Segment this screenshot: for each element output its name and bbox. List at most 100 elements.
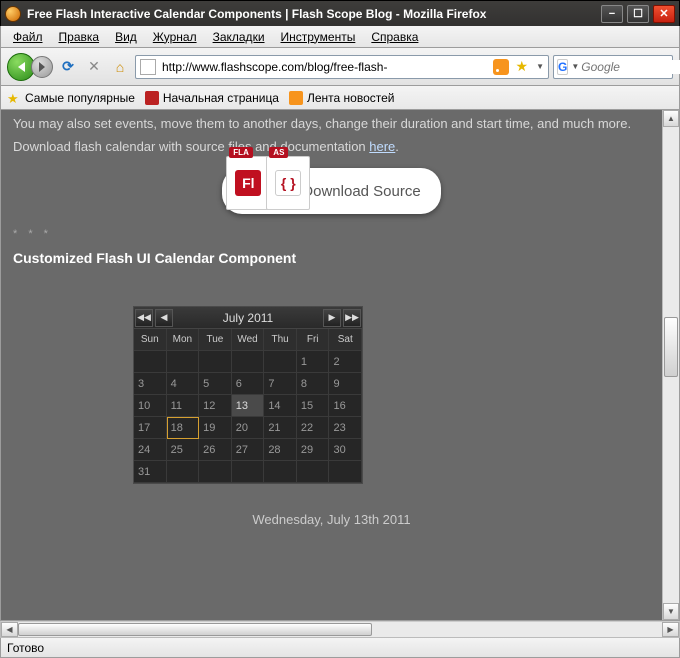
calendar-cell[interactable]: 29 bbox=[297, 439, 330, 461]
page-icon bbox=[140, 59, 156, 75]
calendar-cell[interactable]: 6 bbox=[232, 373, 265, 395]
bookmark-star-icon[interactable]: ★ bbox=[516, 58, 529, 75]
calendar-cell bbox=[264, 461, 297, 483]
calendar-cell bbox=[134, 351, 167, 373]
calendar-cell[interactable]: 12 bbox=[199, 395, 232, 417]
calendar-cell[interactable]: 21 bbox=[264, 417, 297, 439]
calendar-day-header: Sun bbox=[134, 329, 167, 351]
calendar-cell[interactable]: 28 bbox=[264, 439, 297, 461]
here-link[interactable]: here bbox=[369, 139, 395, 154]
calendar-cell[interactable]: 3 bbox=[134, 373, 167, 395]
stop-button[interactable]: ✕ bbox=[83, 56, 105, 78]
bookmark-news[interactable]: Лента новостей bbox=[289, 91, 395, 105]
calendar-cell[interactable]: 1 bbox=[297, 351, 330, 373]
download-source-button[interactable]: FLA Fl AS { } Download Source bbox=[222, 168, 440, 214]
menu-history[interactable]: Журнал bbox=[147, 28, 203, 46]
selected-date-text: Wednesday, July 13th 2011 bbox=[13, 512, 650, 527]
url-dropdown-icon[interactable]: ▼ bbox=[536, 62, 544, 71]
separator-stars: * * * bbox=[13, 228, 650, 240]
prev-year-button[interactable]: ◀◀ bbox=[135, 309, 153, 327]
calendar-cell[interactable]: 8 bbox=[297, 373, 330, 395]
calendar-cell[interactable]: 25 bbox=[167, 439, 200, 461]
calendar-cell bbox=[167, 461, 200, 483]
intro-line-1: You may also set events, move them to an… bbox=[13, 116, 650, 131]
search-input[interactable] bbox=[581, 60, 680, 74]
calendar-cell[interactable]: 26 bbox=[199, 439, 232, 461]
calendar-cell[interactable]: 18 bbox=[167, 417, 200, 439]
calendar-cell[interactable]: 17 bbox=[134, 417, 167, 439]
calendar-day-header: Mon bbox=[167, 329, 200, 351]
calendar-body: 1234567891011121314151617181920212223242… bbox=[134, 351, 362, 483]
star-icon: ★ bbox=[7, 91, 21, 105]
calendar-cell[interactable]: 5 bbox=[199, 373, 232, 395]
search-bar[interactable]: G ▼ bbox=[553, 55, 673, 79]
horizontal-scrollbar[interactable]: ◀ ▶ bbox=[0, 621, 680, 638]
calendar-cell[interactable]: 31 bbox=[134, 461, 167, 483]
hscroll-track[interactable] bbox=[18, 622, 662, 637]
calendar-cell[interactable]: 22 bbox=[297, 417, 330, 439]
maximize-button[interactable] bbox=[627, 5, 649, 23]
calendar-row: 24252627282930 bbox=[134, 439, 362, 461]
calendar-cell[interactable]: 24 bbox=[134, 439, 167, 461]
forward-button[interactable] bbox=[31, 56, 53, 78]
download-source-label: Download Source bbox=[302, 183, 420, 200]
scroll-right-button[interactable]: ▶ bbox=[662, 622, 679, 637]
calendar-cell[interactable]: 2 bbox=[329, 351, 362, 373]
bookmark-popular[interactable]: ★Самые популярные bbox=[7, 91, 135, 105]
menu-bookmarks[interactable]: Закладки bbox=[207, 28, 271, 46]
scroll-up-button[interactable]: ▲ bbox=[663, 110, 679, 127]
fla-file-icon: FLA Fl bbox=[226, 156, 270, 210]
close-button[interactable] bbox=[653, 5, 675, 23]
calendar-day-headers: SunMonTueWedThuFriSat bbox=[134, 329, 362, 351]
content-area: You may also set events, move them to an… bbox=[0, 110, 680, 621]
calendar-row: 12 bbox=[134, 351, 362, 373]
menu-file[interactable]: Файл bbox=[7, 28, 49, 46]
menu-help[interactable]: Справка bbox=[365, 28, 424, 46]
calendar-day-header: Sat bbox=[329, 329, 362, 351]
calendar-cell[interactable]: 30 bbox=[329, 439, 362, 461]
calendar-cell[interactable]: 16 bbox=[329, 395, 362, 417]
page-content: You may also set events, move them to an… bbox=[1, 110, 662, 620]
next-year-button[interactable]: ▶▶ bbox=[343, 309, 361, 327]
rss-icon[interactable] bbox=[493, 59, 509, 75]
rss-folder-icon bbox=[289, 91, 303, 105]
scroll-thumb[interactable] bbox=[664, 317, 678, 377]
search-engine-dropdown-icon[interactable]: ▼ bbox=[571, 62, 579, 71]
home-button[interactable]: ⌂ bbox=[109, 56, 131, 78]
bookmarks-bar: ★Самые популярные Начальная страница Лен… bbox=[0, 86, 680, 110]
minimize-button[interactable] bbox=[601, 5, 623, 23]
hscroll-thumb[interactable] bbox=[18, 623, 372, 636]
calendar-cell[interactable]: 9 bbox=[329, 373, 362, 395]
status-bar: Готово bbox=[0, 638, 680, 658]
next-month-button[interactable]: ▶ bbox=[323, 309, 341, 327]
calendar-cell[interactable]: 14 bbox=[264, 395, 297, 417]
calendar-cell[interactable]: 27 bbox=[232, 439, 265, 461]
menu-tools[interactable]: Инструменты bbox=[275, 28, 362, 46]
calendar-title: July 2011 bbox=[174, 311, 322, 325]
calendar-cell[interactable]: 15 bbox=[297, 395, 330, 417]
bookmark-homepage[interactable]: Начальная страница bbox=[145, 91, 279, 105]
calendar-cell[interactable]: 23 bbox=[329, 417, 362, 439]
scroll-track[interactable] bbox=[663, 127, 679, 603]
menu-edit[interactable]: Правка bbox=[53, 28, 106, 46]
vertical-scrollbar[interactable]: ▲ ▼ bbox=[662, 110, 679, 620]
calendar-cell[interactable]: 13 bbox=[232, 395, 265, 417]
calendar-widget[interactable]: ◀◀ ◀ July 2011 ▶ ▶▶ SunMonTueWedThuFriSa… bbox=[133, 306, 363, 484]
calendar-cell[interactable]: 20 bbox=[232, 417, 265, 439]
prev-month-button[interactable]: ◀ bbox=[155, 309, 173, 327]
url-bar[interactable]: ★ ▼ bbox=[135, 55, 549, 79]
calendar-cell[interactable]: 10 bbox=[134, 395, 167, 417]
calendar-cell bbox=[264, 351, 297, 373]
calendar-cell bbox=[297, 461, 330, 483]
url-input[interactable] bbox=[160, 57, 490, 77]
reload-button[interactable]: ⟳ bbox=[57, 56, 79, 78]
google-icon[interactable]: G bbox=[557, 59, 568, 75]
firefox-icon bbox=[5, 6, 21, 22]
calendar-cell[interactable]: 7 bbox=[264, 373, 297, 395]
calendar-cell[interactable]: 4 bbox=[167, 373, 200, 395]
calendar-cell[interactable]: 19 bbox=[199, 417, 232, 439]
scroll-left-button[interactable]: ◀ bbox=[1, 622, 18, 637]
scroll-down-button[interactable]: ▼ bbox=[663, 603, 679, 620]
menu-view[interactable]: Вид bbox=[109, 28, 143, 46]
calendar-cell[interactable]: 11 bbox=[167, 395, 200, 417]
